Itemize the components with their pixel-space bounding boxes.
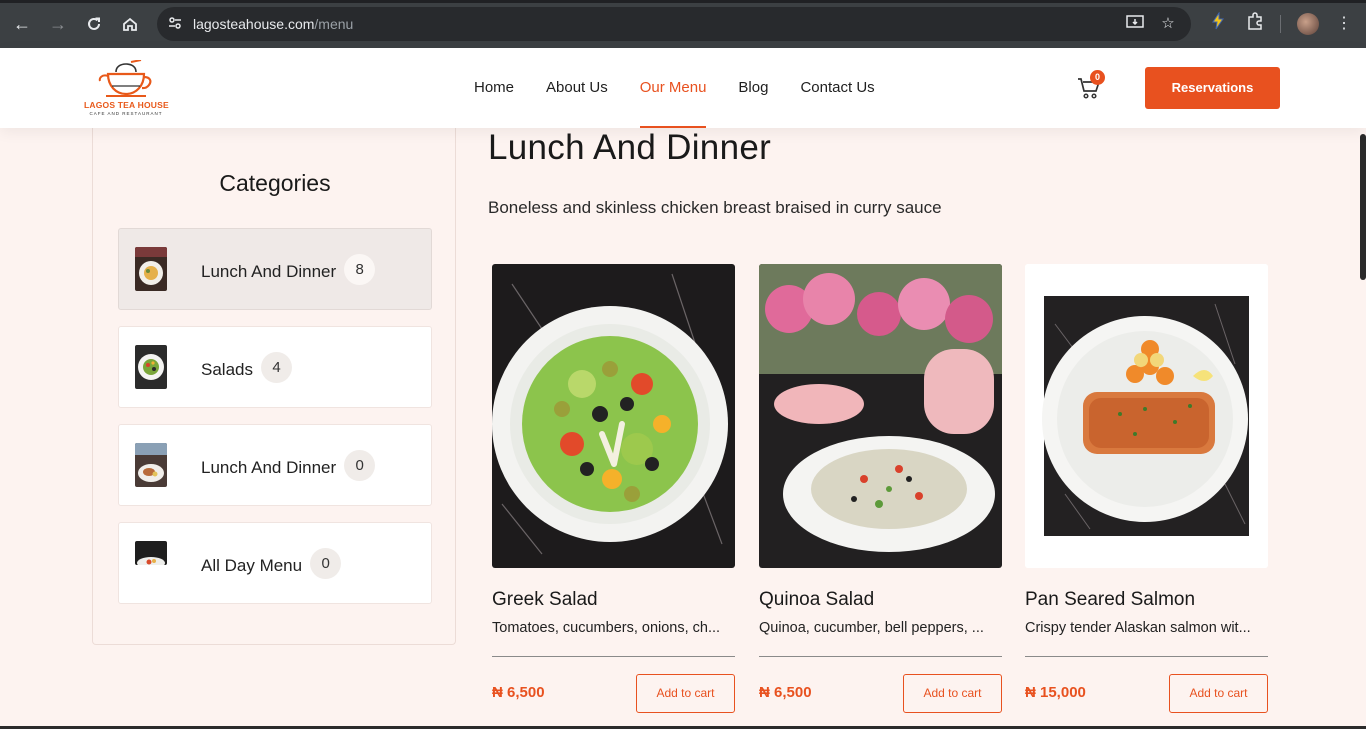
forward-icon[interactable]: → bbox=[46, 12, 70, 36]
product-description: Crispy tender Alaskan salmon wit... bbox=[1025, 620, 1251, 636]
extension-icon[interactable] bbox=[1206, 11, 1230, 36]
category-name: Lunch And Dinner bbox=[201, 261, 337, 281]
product-name[interactable]: Pan Seared Salmon bbox=[1025, 589, 1195, 611]
product-card: Pan Seared Salmon Crispy tender Alaskan … bbox=[1025, 264, 1268, 716]
product-image-greek-salad[interactable] bbox=[492, 264, 735, 568]
category-name: All Day Menu bbox=[201, 555, 303, 575]
add-to-cart-button[interactable]: Add to cart bbox=[636, 674, 735, 713]
category-count-badge: 0 bbox=[310, 548, 342, 579]
category-thumbnail bbox=[135, 345, 167, 389]
product-description: Quinoa, cucumber, bell peppers, ... bbox=[759, 620, 984, 636]
back-icon[interactable]: ← bbox=[10, 12, 34, 36]
product-divider bbox=[1025, 656, 1268, 657]
category-description: Boneless and skinless chicken breast bra… bbox=[488, 198, 942, 217]
category-label: Salads 4 bbox=[201, 352, 292, 383]
product-divider bbox=[759, 656, 1002, 657]
address-bar[interactable]: lagosteahouse.com/menu ☆ bbox=[157, 7, 1191, 41]
logo-subtext: CAFE AND RESTAURANT bbox=[89, 111, 163, 116]
category-thumbnail bbox=[135, 443, 167, 487]
site-info-icon[interactable] bbox=[167, 15, 183, 31]
nav-about-us[interactable]: About Us bbox=[546, 48, 608, 128]
categories-title: Categories bbox=[219, 170, 331, 196]
product-card: Quinoa Salad Quinoa, cucumber, bell pepp… bbox=[759, 264, 1002, 716]
tab-strip-edge bbox=[0, 0, 1366, 3]
category-item-all-day-menu[interactable]: All Day Menu 0 bbox=[118, 522, 432, 604]
nav-home[interactable]: Home bbox=[474, 48, 514, 128]
logo-text: LAGOS TEA HOUSE bbox=[84, 100, 169, 110]
category-label: Lunch And Dinner 8 bbox=[201, 254, 376, 285]
profile-avatar[interactable] bbox=[1297, 13, 1319, 35]
product-image-pan-seared-salmon[interactable] bbox=[1025, 264, 1268, 568]
category-item-lunch-and-dinner-2[interactable]: Lunch And Dinner 0 bbox=[118, 424, 432, 506]
category-heading: Lunch And Dinner bbox=[488, 128, 772, 167]
product-divider bbox=[492, 656, 735, 657]
toolbar-separator bbox=[1280, 15, 1281, 33]
browser-toolbar: ← → lagosteahouse.com/menu ☆ ⋮ bbox=[0, 0, 1366, 48]
nav-our-menu[interactable]: Our Menu bbox=[639, 48, 706, 128]
bookmark-star-icon[interactable]: ☆ bbox=[1158, 14, 1178, 34]
category-item-salads[interactable]: Salads 4 bbox=[118, 326, 432, 408]
category-name: Lunch And Dinner bbox=[201, 457, 337, 477]
category-name: Salads bbox=[201, 359, 253, 379]
reservations-button[interactable]: Reservations bbox=[1145, 67, 1280, 109]
menu-dots-icon[interactable]: ⋮ bbox=[1332, 12, 1356, 36]
product-description: Tomatoes, cucumbers, onions, ch... bbox=[492, 620, 721, 636]
categories-sidebar: Categories Lunch And Dinner 8 Salads 4 Lun… bbox=[92, 118, 456, 645]
puzzle-icon[interactable] bbox=[1243, 12, 1267, 36]
product-name[interactable]: Quinoa Salad bbox=[759, 589, 874, 611]
category-count-badge: 0 bbox=[344, 450, 376, 481]
url-path: /menu bbox=[314, 16, 354, 32]
category-count-badge: 8 bbox=[344, 254, 376, 285]
main-nav: Home About Us Our Menu Blog Contact Us bbox=[474, 48, 907, 128]
product-price: ₦ 6,500 bbox=[492, 684, 545, 701]
category-label: Lunch And Dinner 0 bbox=[201, 450, 376, 481]
product-price: ₦ 6,500 bbox=[759, 684, 812, 701]
product-name[interactable]: Greek Salad bbox=[492, 589, 598, 611]
logo[interactable]: LAGOS TEA HOUSE CAFE AND RESTAURANT bbox=[84, 56, 169, 120]
product-image-quinoa-salad[interactable] bbox=[759, 264, 1002, 568]
site-header: LAGOS TEA HOUSE CAFE AND RESTAURANT Home… bbox=[0, 48, 1366, 128]
category-thumbnail bbox=[135, 541, 167, 565]
home-icon[interactable] bbox=[118, 12, 142, 36]
category-count-badge: 4 bbox=[260, 352, 292, 383]
category-item-lunch-and-dinner[interactable]: Lunch And Dinner 8 bbox=[118, 228, 432, 310]
cart-count-badge: 0 bbox=[1090, 70, 1105, 85]
category-thumbnail bbox=[135, 247, 167, 291]
add-to-cart-button[interactable]: Add to cart bbox=[903, 674, 1002, 713]
nav-contact-us[interactable]: Contact Us bbox=[800, 48, 874, 128]
url-text[interactable]: lagosteahouse.com/menu bbox=[193, 16, 353, 32]
product-price: ₦ 15,000 bbox=[1025, 684, 1086, 701]
install-icon[interactable] bbox=[1125, 14, 1145, 34]
teapot-logo-icon bbox=[98, 60, 152, 97]
nav-blog[interactable]: Blog bbox=[738, 48, 768, 128]
reload-icon[interactable] bbox=[82, 12, 106, 36]
add-to-cart-button[interactable]: Add to cart bbox=[1169, 674, 1268, 713]
product-card: Greek Salad Tomatoes, cucumbers, onions,… bbox=[492, 264, 735, 716]
scrollbar-thumb[interactable] bbox=[1360, 134, 1366, 280]
url-domain: lagosteahouse.com bbox=[193, 16, 315, 32]
category-label: All Day Menu 0 bbox=[201, 548, 342, 579]
